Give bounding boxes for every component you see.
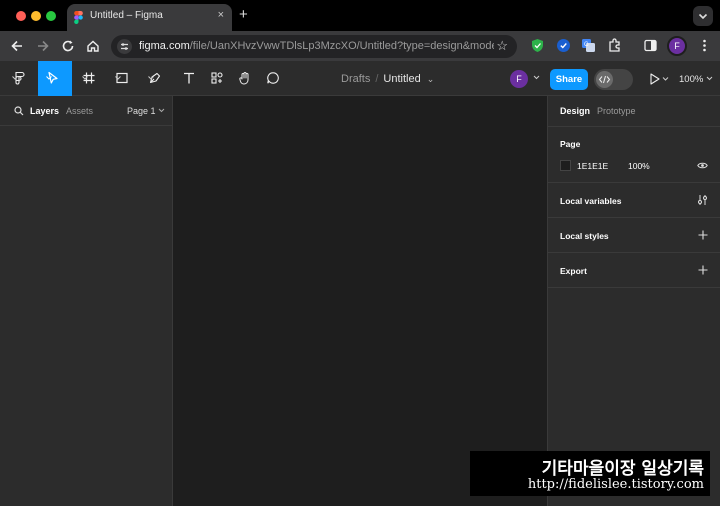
chevron-down-icon: [115, 76, 121, 80]
divider: [548, 287, 720, 288]
tab-title: Untitled – Figma: [90, 10, 163, 21]
bookmark-star-icon[interactable]: ☆: [496, 38, 508, 54]
chevron-down-icon: [698, 13, 708, 20]
breadcrumb-drafts[interactable]: Drafts: [341, 73, 370, 85]
browser-profile-avatar[interactable]: F: [667, 36, 687, 56]
tab-layers[interactable]: Layers: [30, 106, 59, 116]
reload-icon[interactable]: [61, 39, 75, 53]
chevron-down-icon: [158, 108, 165, 113]
figma-logo-icon: [74, 11, 83, 24]
address-bar[interactable]: figma.com/file/UanXHvzVwwTDlsLp3MzcXO/Un…: [111, 35, 517, 58]
main-menu-button[interactable]: [4, 61, 38, 96]
page-section-title: Page: [560, 139, 581, 149]
watermark-url: http://fidelislee.tistory.com: [527, 477, 704, 492]
chevron-down-icon: [12, 76, 18, 80]
page-color-hex[interactable]: 1E1E1E: [577, 161, 608, 171]
comment-bubble-icon: [267, 72, 279, 84]
export-title: Export: [560, 266, 587, 276]
divider: [548, 252, 720, 253]
tab-design[interactable]: Design: [560, 106, 590, 116]
maximize-window-button[interactable]: [46, 11, 56, 21]
eye-visibility-icon[interactable]: [697, 161, 708, 170]
user-avatar[interactable]: F: [510, 70, 528, 88]
check-extension-icon[interactable]: [556, 38, 571, 53]
more-menu-icon[interactable]: [697, 38, 712, 53]
comment-tool-button[interactable]: [258, 61, 292, 96]
tab-prototype[interactable]: Prototype: [597, 106, 636, 116]
blog-watermark: 기타마을이장 일상기록 http://fidelislee.tistory.co…: [470, 451, 710, 496]
browser-tab-figma[interactable]: Untitled – Figma ×: [67, 4, 232, 31]
move-tool-button[interactable]: [38, 61, 72, 96]
tab-search-button[interactable]: [693, 6, 713, 26]
code-brackets-icon: [598, 75, 611, 84]
translate-extension-icon[interactable]: G: [581, 38, 596, 53]
divider: [548, 217, 720, 218]
shield-extension-icon[interactable]: [530, 38, 545, 53]
file-menu-chevron-icon[interactable]: ⌄: [427, 74, 435, 84]
frame-tool-button[interactable]: [74, 61, 108, 96]
back-arrow-icon[interactable]: [10, 39, 24, 53]
shape-tool-button[interactable]: [107, 61, 141, 96]
tab-close-icon[interactable]: ×: [218, 9, 224, 21]
browser-tab-bar: Untitled – Figma × +: [0, 0, 720, 31]
local-variables-title: Local variables: [560, 196, 622, 206]
chevron-down-icon: [148, 76, 154, 80]
page-selector-label: Page 1: [127, 106, 156, 116]
divider: [548, 126, 720, 127]
minimize-window-button[interactable]: [31, 11, 41, 21]
divider: [548, 182, 720, 183]
dev-mode-toggle[interactable]: [594, 69, 633, 90]
text-t-icon: [184, 72, 194, 84]
local-styles-title: Local styles: [560, 231, 609, 241]
add-plus-icon[interactable]: [698, 265, 708, 275]
extensions-puzzle-icon[interactable]: [607, 38, 622, 53]
layers-panel-header: Layers Assets Page 1: [0, 96, 172, 126]
hand-icon: [239, 72, 249, 85]
svg-text:G: G: [584, 42, 589, 48]
search-icon[interactable]: [14, 106, 24, 116]
page-selector[interactable]: Page 1: [127, 106, 165, 116]
breadcrumb: Drafts / Untitled ⌄: [341, 73, 434, 85]
layers-panel: Layers Assets Page 1: [0, 96, 173, 506]
add-plus-icon[interactable]: [698, 230, 708, 240]
breadcrumb-separator: /: [375, 73, 379, 85]
close-window-button[interactable]: [16, 11, 26, 21]
url-text: figma.com/file/UanXHvzVwwTDlsLp3MzcXO/Un…: [139, 40, 494, 52]
design-canvas[interactable]: [173, 96, 547, 506]
chevron-down-icon[interactable]: [533, 74, 540, 81]
file-name[interactable]: Untitled: [383, 73, 420, 85]
page-color-opacity[interactable]: 100%: [628, 161, 650, 171]
new-tab-button[interactable]: +: [239, 7, 248, 22]
figma-toolbar: Drafts / Untitled ⌄ F Share 100%: [0, 61, 720, 96]
forward-arrow-icon[interactable]: [36, 39, 50, 53]
tab-assets[interactable]: Assets: [66, 106, 93, 116]
zoom-value: 100%: [679, 74, 704, 85]
share-button[interactable]: Share: [550, 69, 588, 90]
variables-sliders-icon[interactable]: [697, 194, 708, 206]
properties-panel: Design Prototype Page 1E1E1E 100% Local …: [547, 96, 720, 506]
dev-mode-knob: [596, 71, 613, 88]
watermark-title: 기타마을이장 일상기록: [541, 459, 704, 479]
chevron-down-icon: [706, 76, 713, 81]
site-settings-icon[interactable]: [117, 39, 132, 54]
chevron-down-icon: [46, 76, 52, 80]
chevron-down-icon: [82, 76, 88, 80]
components-grid-icon: [211, 72, 223, 84]
page-color-swatch[interactable]: [560, 160, 571, 171]
side-panel-icon[interactable]: [643, 38, 658, 53]
zoom-level-control[interactable]: 100%: [679, 74, 713, 85]
present-play-icon[interactable]: [649, 73, 669, 85]
pen-tool-button[interactable]: [140, 61, 174, 96]
home-icon[interactable]: [86, 39, 100, 53]
url-host: figma.com: [139, 40, 190, 52]
browser-nav-bar: figma.com/file/UanXHvzVwwTDlsLp3MzcXO/Un…: [0, 31, 720, 61]
url-path: /file/UanXHvzVwwTDlsLp3MzcXO/Untitled?ty…: [189, 40, 494, 52]
